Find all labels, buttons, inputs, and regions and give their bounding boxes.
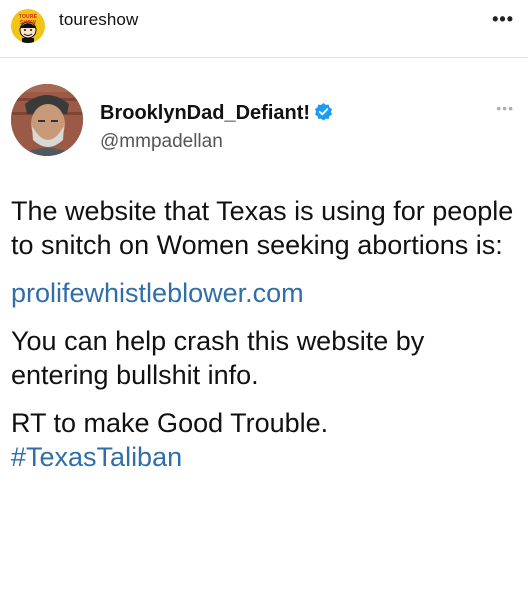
post-username[interactable]: toureshow [59, 10, 138, 30]
verified-badge-icon [314, 102, 333, 121]
author-photo-icon [11, 84, 83, 156]
tweet-display-name[interactable]: BrooklynDad_Defiant! [100, 102, 333, 125]
avatar-brand-text: TOURÉ SHOW [18, 14, 38, 26]
tweet-text: The website that Texas is using for peop… [11, 194, 521, 488]
tweet-paragraph: The website that Texas is using for peop… [11, 196, 514, 260]
tweet-paragraph: You can help crash this website by enter… [11, 326, 425, 390]
display-name-text: BrooklynDad_Defiant! [100, 102, 311, 124]
tweet-paragraph: RT to make Good Trouble. [11, 408, 329, 438]
profile-avatar[interactable]: TOURÉ SHOW [11, 9, 45, 43]
more-options-icon[interactable]: ••• [492, 9, 514, 30]
tweet-author-avatar [11, 84, 83, 156]
hashtag-link[interactable]: #TexasTaliban [11, 440, 521, 474]
tweet-link[interactable]: prolifewhistleblower.com [11, 278, 304, 308]
tweet-more-icon[interactable]: ••• [496, 100, 514, 116]
instagram-post-header: TOURÉ SHOW toureshow ••• [0, 0, 528, 58]
tweet-handle[interactable]: @mmpadellan [100, 131, 223, 153]
